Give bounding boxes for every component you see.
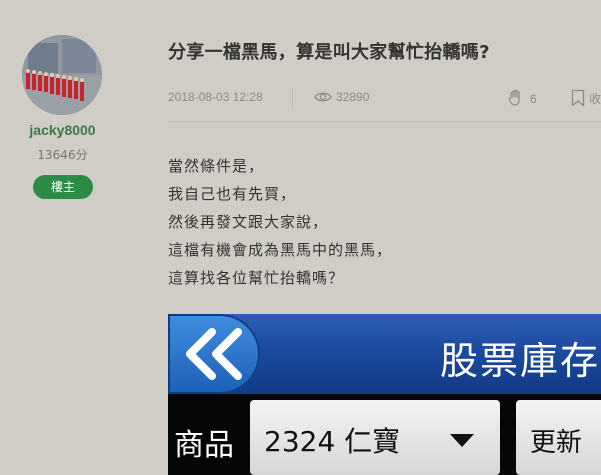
back-button xyxy=(168,314,260,394)
clap-hand-icon xyxy=(508,89,520,106)
refresh-button: 更新 xyxy=(516,400,601,475)
collect-button[interactable]: 收藏 xyxy=(571,89,601,107)
embedded-screenshot[interactable]: 股票庫存 商品 2324 仁寶 更新 xyxy=(168,314,601,475)
double-chevron-left-icon xyxy=(186,328,242,380)
avatar-image xyxy=(22,35,102,115)
content-line: 這算找各位幫忙抬轎嗎？ xyxy=(168,269,345,287)
view-count-value: 32890 xyxy=(336,90,370,104)
like-button[interactable]: 6 xyxy=(508,89,537,107)
eye-icon xyxy=(314,92,332,102)
post-meta: 2018-08-03 12:28 32890 6 收藏 xyxy=(168,88,601,108)
content-line: 我自己也有先買， xyxy=(168,185,297,203)
author-avatar[interactable] xyxy=(22,35,102,115)
banner-title: 股票庫存 xyxy=(440,339,601,383)
view-count: 32890 xyxy=(314,90,369,104)
op-badge: 樓主 xyxy=(33,175,93,199)
author-score: 13646分 xyxy=(37,148,88,162)
content-line: 然後再發文跟大家說， xyxy=(168,213,329,231)
post-content: 當然條件是， 我自己也有先買， 然後再發文跟大家說， 這檔有機會成為黑馬中的黑馬… xyxy=(168,152,392,292)
post-title: 分享一檔黑馬，算是叫大家幫忙抬轎嗎? xyxy=(168,42,490,63)
author-name[interactable]: jacky8000 xyxy=(0,122,125,138)
content-line: 當然條件是， xyxy=(168,157,265,175)
product-select-value: 2324 仁寶 xyxy=(264,425,401,458)
meta-divider xyxy=(292,88,293,108)
header-divider xyxy=(168,121,601,122)
caret-down-icon xyxy=(450,434,474,447)
collect-label: 收藏 xyxy=(589,92,601,106)
like-count: 6 xyxy=(530,92,537,106)
content-line: 這檔有機會成為黑馬中的黑馬， xyxy=(168,241,393,259)
product-label: 商品 xyxy=(174,428,234,463)
refresh-label: 更新 xyxy=(530,428,583,458)
product-select: 2324 仁寶 xyxy=(250,400,500,475)
bookmark-icon xyxy=(571,89,585,107)
post-date: 2018-08-03 12:28 xyxy=(168,90,263,104)
